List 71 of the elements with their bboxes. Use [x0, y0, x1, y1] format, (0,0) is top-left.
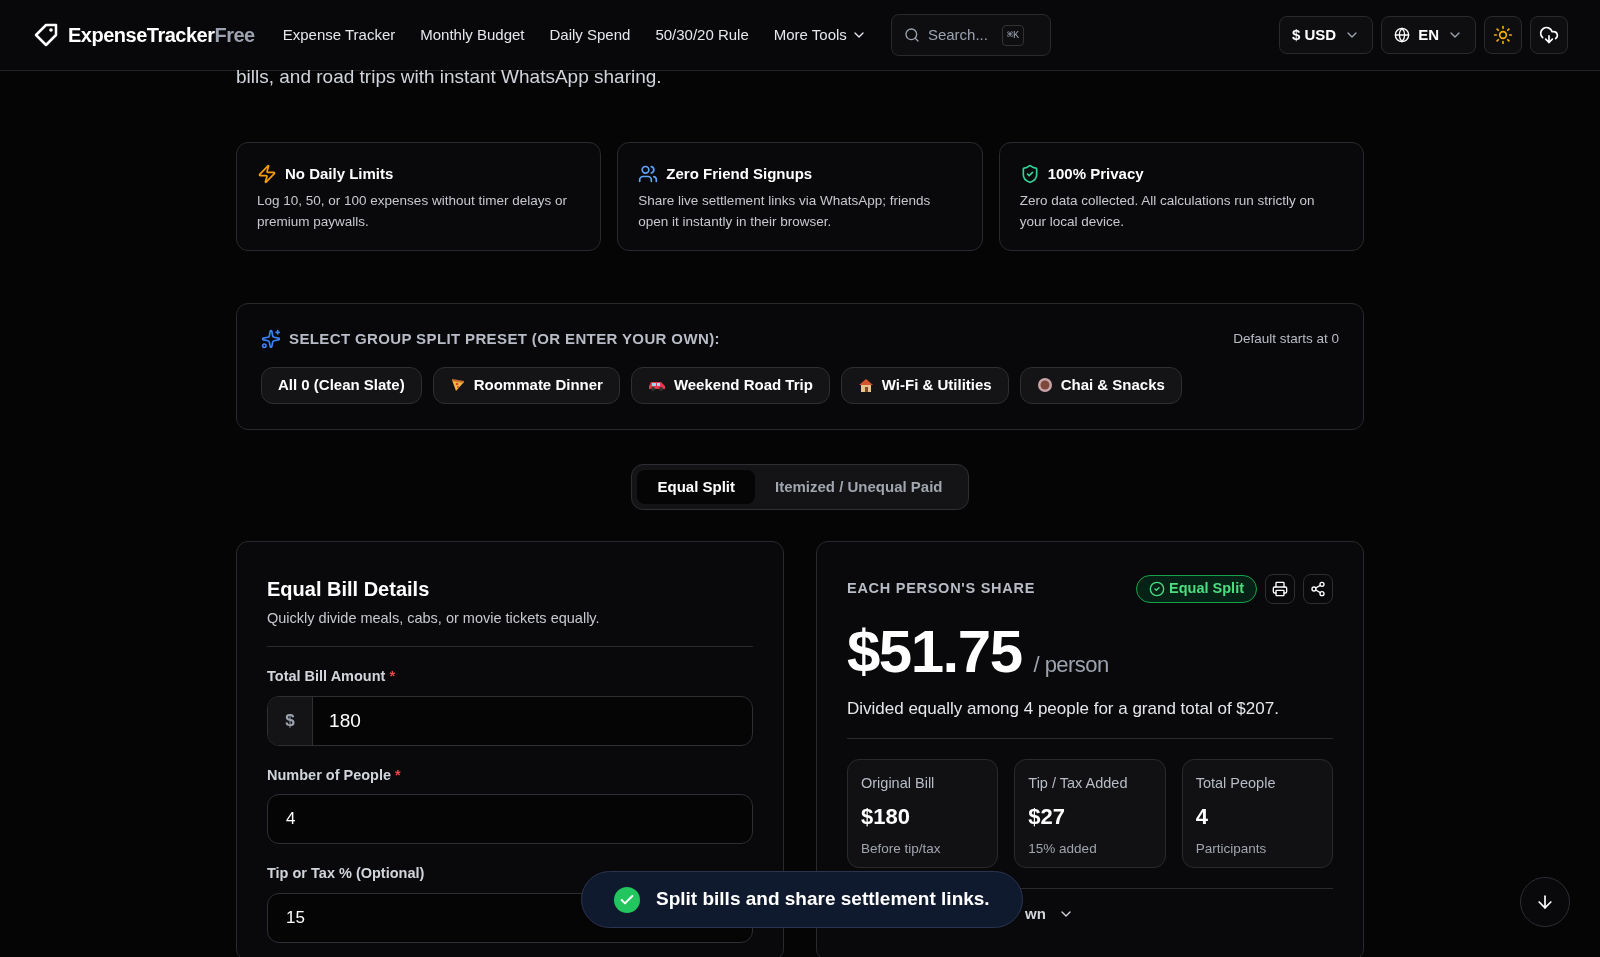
tag-logo-icon: [32, 21, 60, 49]
preset-chip[interactable]: Chai & Snacks: [1019, 366, 1182, 404]
nav-link[interactable]: More Tools: [773, 23, 867, 47]
nav-link[interactable]: Expense Tracker: [282, 23, 396, 47]
nav-link[interactable]: Monthly Budget: [420, 23, 525, 47]
search-icon: [903, 27, 920, 43]
stat-value: $27: [1028, 803, 1067, 832]
preset-chip[interactable]: Weekend Road Trip: [630, 366, 830, 404]
stat-label: Total People: [1195, 773, 1277, 793]
number-input[interactable]: 4: [267, 794, 753, 845]
nav-link[interactable]: Daily Spend: [549, 23, 631, 47]
stat-label: Original Bill: [861, 773, 936, 793]
sparkles-icon: [261, 329, 281, 350]
feature-title: No Daily Limits: [285, 164, 394, 184]
preset-chip[interactable]: Roommate Dinner: [432, 366, 620, 404]
share-heading: EACH PERSON'S SHARE: [847, 579, 1036, 599]
card-subtitle: Quickly divide meals, cabs, or movie tickets equally.: [267, 608, 753, 647]
per-person-amount: $51.75: [847, 617, 1022, 687]
search-input[interactable]: Search...: [927, 23, 994, 47]
preset-heading: SELECT GROUP SPLIT PRESET (OR ENTER YOUR OWN):: [289, 329, 720, 349]
preset-chip[interactable]: All 0 (Clean Slate): [261, 366, 422, 404]
printer-icon: [1272, 581, 1288, 597]
amount-input[interactable]: 180: [313, 696, 752, 745]
scroll-down-button[interactable]: [1520, 877, 1570, 927]
sun-icon: [1493, 25, 1513, 45]
share-button[interactable]: [1303, 574, 1333, 604]
brand-logo-text[interactable]: ExpenseTrackerFree: [68, 20, 255, 50]
globe-icon: [1394, 27, 1411, 43]
card-title: Equal Bill Details: [267, 577, 431, 602]
feature-description: Log 10, 50, or 100 expenses without timer delays or premium paywalls.: [257, 191, 568, 231]
split-summary: Divided equally among 4 people for a grand total of $207.: [847, 696, 1333, 739]
print-button[interactable]: [1265, 574, 1295, 604]
stat-value: 4: [1195, 803, 1209, 832]
language-selector[interactable]: EN: [1381, 16, 1476, 54]
feature-title: 100% Privacy: [1047, 164, 1144, 184]
stat-note: Participants: [1195, 840, 1268, 859]
users-icon: [638, 164, 659, 185]
lightning-icon: [257, 164, 277, 185]
split-mode-tab[interactable]: Itemized / Unequal Paid: [755, 470, 963, 504]
currency-selector[interactable]: $ USD: [1278, 16, 1374, 54]
split-mode-tab[interactable]: Equal Split: [637, 470, 755, 504]
pizza-slice-icon: [449, 377, 466, 393]
feature-description: Zero data collected. All calculations run strictly on your local device.: [1019, 191, 1316, 231]
required-mark: *: [389, 666, 396, 686]
per-person-unit: / person: [1033, 651, 1109, 679]
field-label: Number of People: [267, 765, 392, 785]
intro-text: bills, and road trips with instant WhatsApp sharing.: [236, 65, 663, 89]
stat-label: Tip / Tax Added: [1028, 773, 1129, 793]
nav-link[interactable]: 50/30/20 Rule: [655, 23, 749, 47]
stat-value: $180: [861, 803, 911, 832]
cup-icon: [1036, 377, 1053, 393]
field-label: Tip or Tax % (Optional): [267, 864, 425, 884]
shortcut-key: ⌘K: [1001, 24, 1024, 46]
feature-description: Share live settlement links via WhatsApp; friends open it instantly in their browser.: [638, 191, 932, 231]
stat-note: Before tip/tax: [861, 840, 942, 859]
preset-chip[interactable]: Wi-Fi & Utilities: [840, 366, 1009, 404]
share-icon: [1310, 581, 1326, 597]
install-button[interactable]: [1530, 16, 1568, 54]
house-icon: [857, 377, 874, 393]
stat-note: 15% added: [1028, 840, 1098, 859]
breakdown-toggle[interactable]: wn: [1025, 902, 1046, 925]
feature-title: Zero Friend Signups: [666, 164, 813, 184]
theme-toggle-button[interactable]: [1484, 16, 1522, 54]
cloud-download-icon: [1539, 25, 1559, 45]
field-label: Total Bill Amount: [267, 666, 386, 686]
required-mark: *: [395, 765, 401, 785]
equal-split-badge: Equal Split: [1136, 575, 1257, 603]
success-check-icon: [614, 886, 640, 913]
amount-field[interactable]: $ 180: [267, 695, 753, 746]
currency-prefix: $: [268, 696, 314, 745]
preset-note: Default starts at 0: [1233, 330, 1339, 349]
